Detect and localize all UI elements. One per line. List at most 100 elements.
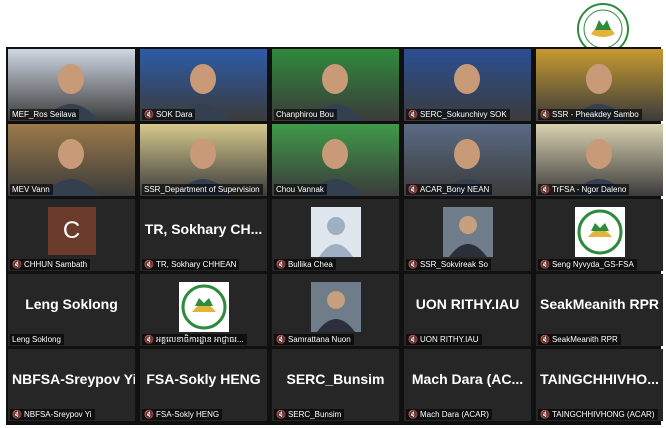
participant-name-tag: 🔇 SOK Dara <box>142 109 196 120</box>
fsa-logo-icon <box>574 207 625 257</box>
participant-name-tag: 🔇 ACAR_Bony NEAN <box>406 184 493 195</box>
participant-name-tag: 🔇 UON RITHY.IAU <box>406 334 482 345</box>
participant-name: SERC_Sokunchivy SOK <box>419 110 507 119</box>
participant-name-tag: 🔇 SSR_Sokvireak So <box>406 259 491 270</box>
muted-mic-icon: 🔇 <box>408 335 418 344</box>
participant-display-name: TR, Sokhary CH... <box>144 221 263 237</box>
participant-tile[interactable]: 🔇 SSR_Sokvireak So <box>404 199 531 271</box>
participant-name: Chanphirou Bou <box>276 110 334 119</box>
participant-name-tag: 🔇 Mach Dara (ACAR) <box>406 409 492 420</box>
participant-name: MEF_Ros Seilava <box>12 110 77 119</box>
participant-name-tag: 🔇 SSR - Pheakdey Sambo <box>538 109 642 120</box>
participant-name: FSA-Sokly HENG <box>155 410 220 419</box>
muted-mic-icon: 🔇 <box>540 260 550 269</box>
participant-name-tag: 🔇 SERC_Bunsim <box>274 409 345 420</box>
participant-name: SSR_Department of Supervision <box>144 185 260 194</box>
participant-name-tag: MEV Vann <box>10 184 53 195</box>
participant-name: SERC_Bunsim <box>287 410 342 419</box>
participant-name: TAINGCHHIVHONG (ACAR) <box>551 410 655 419</box>
participant-display-name: UON RITHY.IAU <box>415 296 520 312</box>
participant-name: Seng Nyvyda_GS-FSA <box>551 260 634 269</box>
participant-name-tag: 🔇 TR, Sokhary CHHEAN <box>142 259 240 270</box>
participant-name: CHHUN Sambath <box>23 260 88 269</box>
participant-tile[interactable]: Chou Vannak <box>272 124 399 196</box>
participant-name-tag: Leng Soklong <box>10 334 64 345</box>
profile-photo <box>310 282 361 332</box>
participant-tile[interactable]: 🔇 ACAR_Bony NEAN <box>404 124 531 196</box>
participant-tile[interactable]: TR, Sokhary CH... 🔇 TR, Sokhary CHHEAN <box>140 199 267 271</box>
participant-display-name: FSA-Sokly HENG <box>146 371 261 387</box>
muted-mic-icon: 🔇 <box>276 410 286 419</box>
participant-name: SSR - Pheakdey Sambo <box>551 110 639 119</box>
muted-mic-icon: 🔇 <box>408 185 418 194</box>
participant-display-name: SeakMeanith RPR <box>540 296 660 312</box>
participant-tile[interactable]: MEV Vann <box>8 124 135 196</box>
participant-tile[interactable]: Leng Soklong Leng Soklong <box>8 274 135 346</box>
participant-name-tag: 🔇 Samrattana Nuon <box>274 334 354 345</box>
muted-mic-icon: 🔇 <box>276 335 286 344</box>
participant-name: Mach Dara (ACAR) <box>419 410 489 419</box>
participant-name: Chou Vannak <box>276 185 324 194</box>
muted-mic-icon: 🔇 <box>408 260 418 269</box>
participant-name-tag: 🔇 TrFSA - Ngor Daleno <box>538 184 630 195</box>
muted-mic-icon: 🔇 <box>12 260 22 269</box>
participant-name: Bullika Chea <box>287 260 333 269</box>
participant-tile[interactable]: 🔇 SSR - Pheakdey Sambo <box>536 49 663 121</box>
participant-name-tag: 🔇 Bullika Chea <box>274 259 336 270</box>
participant-tile[interactable]: 🔇 SOK Dara <box>140 49 267 121</box>
participant-display-name: Mach Dara (AC... <box>411 371 524 387</box>
participant-display-name: TAINGCHHIVHO... <box>540 371 659 387</box>
muted-mic-icon: 🔇 <box>540 335 550 344</box>
participant-tile[interactable]: UON RITHY.IAU 🔇 UON RITHY.IAU <box>404 274 531 346</box>
participant-name-tag: 🔇 FSA-Sokly HENG <box>142 409 223 420</box>
participant-tile[interactable]: 🔇 Samrattana Nuon <box>272 274 399 346</box>
participant-name-tag: Chanphirou Bou <box>274 109 337 120</box>
participant-name-tag: SSR_Department of Supervision <box>142 184 263 195</box>
participant-name: NBFSA-Sreypov Yi <box>23 410 92 419</box>
participant-tile[interactable]: SSR_Department of Supervision <box>140 124 267 196</box>
fsa-logo-icon <box>178 282 229 332</box>
participant-grid: MEF_Ros Seilava 🔇 SOK Dara Chanphirou Bou 🔇 S… <box>6 47 663 425</box>
letter-avatar: C <box>47 207 96 255</box>
muted-mic-icon: 🔇 <box>144 260 154 269</box>
participant-tile[interactable]: TAINGCHHIVHO... 🔇 TAINGCHHIVHONG (ACAR) <box>536 349 663 421</box>
muted-mic-icon: 🔇 <box>408 110 418 119</box>
muted-mic-icon: 🔇 <box>144 110 154 119</box>
participant-name-tag: 🔇 CHHUN Sambath <box>10 259 91 270</box>
profile-photo <box>442 207 493 257</box>
participant-tile[interactable]: SeakMeanith RPR 🔇 SeakMeanith RPR <box>536 274 663 346</box>
participant-tile[interactable]: C 🔇 CHHUN Sambath <box>8 199 135 271</box>
participant-tile[interactable]: NBFSA-Sreypov Yi 🔇 NBFSA-Sreypov Yi <box>8 349 135 421</box>
participant-tile[interactable]: 🔇 SERC_Sokunchivy SOK <box>404 49 531 121</box>
participant-tile[interactable]: 🔇 Bullika Chea <box>272 199 399 271</box>
participant-name: SSR_Sokvireak So <box>419 260 488 269</box>
muted-mic-icon: 🔇 <box>144 335 154 344</box>
participant-name-tag: 🔇 អគ្គលេខាធិការដ្ឋាន អាជ្ញាធរ... <box>142 334 247 345</box>
muted-mic-icon: 🔇 <box>540 410 550 419</box>
participant-tile[interactable]: 🔇 Seng Nyvyda_GS-FSA <box>536 199 663 271</box>
participant-tile[interactable]: Mach Dara (AC... 🔇 Mach Dara (ACAR) <box>404 349 531 421</box>
participant-display-name: SERC_Bunsim <box>286 371 385 387</box>
participant-tile[interactable]: Chanphirou Bou <box>272 49 399 121</box>
participant-name: TR, Sokhary CHHEAN <box>155 260 237 269</box>
participant-name-tag: 🔇 Seng Nyvyda_GS-FSA <box>538 259 637 270</box>
participant-display-name: Leng Soklong <box>25 296 118 312</box>
participant-tile[interactable]: 🔇 អគ្គលេខាធិការដ្ឋាន អាជ្ញាធរ... <box>140 274 267 346</box>
participant-name-tag: Chou Vannak <box>274 184 327 195</box>
participant-name-tag: 🔇 SeakMeanith RPR <box>538 334 621 345</box>
muted-mic-icon: 🔇 <box>144 410 154 419</box>
participant-name: UON RITHY.IAU <box>419 335 479 344</box>
participant-name: SeakMeanith RPR <box>551 335 618 344</box>
participant-name-tag: 🔇 TAINGCHHIVHONG (ACAR) <box>538 409 658 420</box>
participant-name-tag: MEF_Ros Seilava <box>10 109 80 120</box>
participant-name: MEV Vann <box>12 185 50 194</box>
participant-tile[interactable]: 🔇 TrFSA - Ngor Daleno <box>536 124 663 196</box>
participant-tile[interactable]: MEF_Ros Seilava <box>8 49 135 121</box>
participant-tile[interactable]: FSA-Sokly HENG 🔇 FSA-Sokly HENG <box>140 349 267 421</box>
participant-name-tag: 🔇 NBFSA-Sreypov Yi <box>10 409 95 420</box>
participant-tile[interactable]: SERC_Bunsim 🔇 SERC_Bunsim <box>272 349 399 421</box>
muted-mic-icon: 🔇 <box>540 110 550 119</box>
participant-display-name: NBFSA-Sreypov Yi <box>12 371 135 387</box>
muted-mic-icon: 🔇 <box>12 410 22 419</box>
participant-name: SOK Dara <box>155 110 193 119</box>
